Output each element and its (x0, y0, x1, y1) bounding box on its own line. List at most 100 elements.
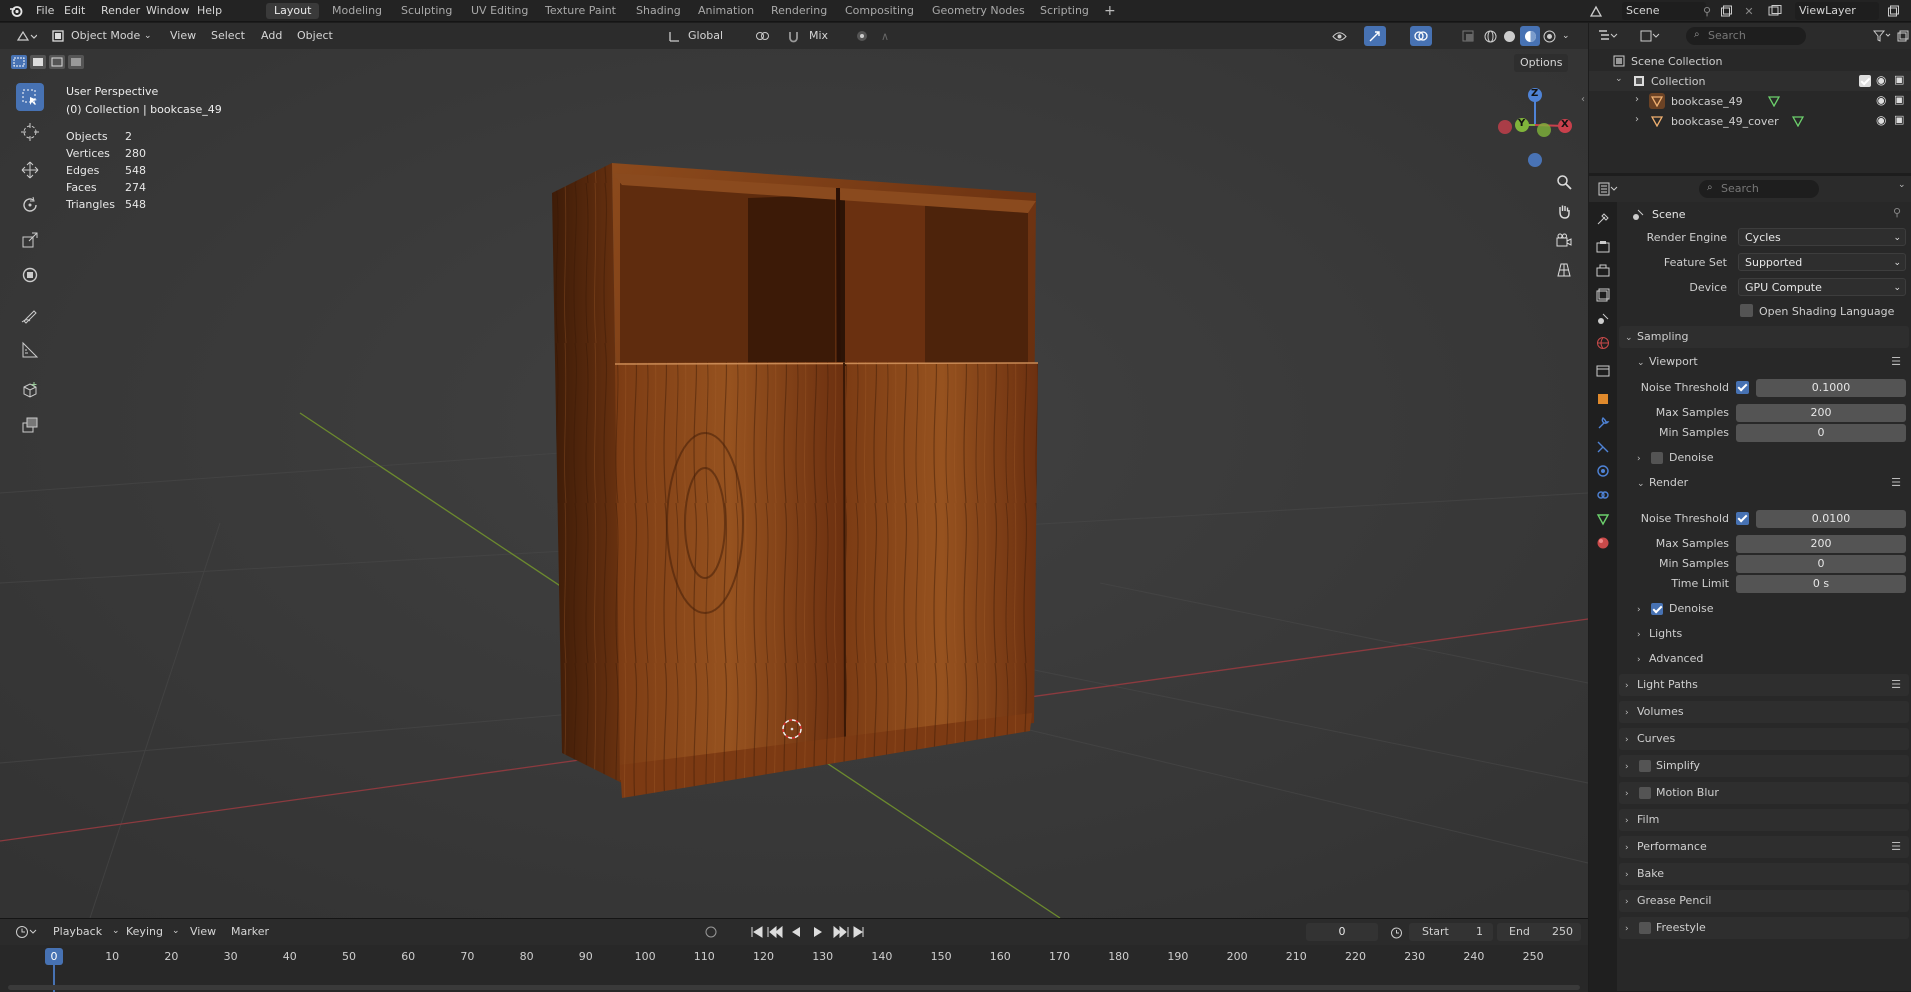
render-subpanel-header[interactable]: ⌄ Render ☰ (1633, 472, 1909, 494)
outliner-row-collection[interactable]: ⌄ Collection ◉ ▣ (1589, 71, 1911, 91)
freestyle-panel[interactable]: › Freestyle (1619, 917, 1909, 939)
sampling-panel-header[interactable]: ⌄ Sampling (1619, 326, 1909, 348)
playback-menu[interactable]: Playback (53, 923, 102, 941)
overlays-toggle-icon[interactable] (1410, 26, 1432, 46)
outliner-editor-icon[interactable] (1595, 27, 1621, 45)
material-tab-icon[interactable] (1593, 532, 1613, 554)
camera-icon[interactable]: ▣ (1894, 73, 1904, 86)
data-tab-icon[interactable] (1593, 508, 1613, 530)
eye-icon[interactable]: ◉ (1876, 93, 1886, 107)
collection-tab-icon[interactable] (1593, 360, 1613, 382)
outliner-search-input[interactable]: ⌕ Search (1686, 27, 1806, 45)
render-noise-threshold-field[interactable]: 0.0100 (1756, 510, 1906, 528)
menu-edit[interactable]: Edit (60, 3, 89, 19)
editor-type-icon[interactable] (14, 27, 40, 45)
visibility-icon[interactable] (1330, 28, 1348, 44)
menu-add[interactable]: Add (261, 27, 282, 45)
options-dropdown[interactable]: Options (1514, 54, 1569, 72)
timeline-view-menu[interactable]: View (190, 923, 216, 941)
snap-icon[interactable] (783, 28, 803, 44)
annotate-tool[interactable] (16, 301, 44, 329)
outliner-row-scene-collection[interactable]: Scene Collection (1589, 51, 1911, 71)
exclude-checkbox[interactable] (1859, 75, 1871, 87)
expand-chevron-icon[interactable]: ⌄ (1615, 74, 1623, 84)
viewport-denoise-subpanel[interactable]: › Denoise (1633, 447, 1909, 469)
curves-panel[interactable]: › Curves (1619, 728, 1909, 750)
frame-ruler[interactable]: 10 20 30 40 50 60 70 80 90 100 110 120 130 140 150 160 1… (0, 945, 1588, 992)
pin-icon[interactable]: ⚲ (1700, 3, 1714, 19)
scene-selector[interactable]: Scene (1622, 2, 1706, 20)
modifier-tab-icon[interactable] (1593, 412, 1613, 434)
tab-animation[interactable]: Animation (694, 3, 758, 19)
mesh-data-icon[interactable] (1766, 93, 1782, 109)
transform-orientation-dropdown[interactable]: Global (688, 27, 723, 45)
tab-uv-editing[interactable]: UV Editing (467, 3, 532, 19)
viewport-noise-threshold-field[interactable]: 0.1000 (1756, 379, 1906, 397)
presets-list-icon[interactable]: ☰ (1891, 351, 1901, 373)
cursor-tool[interactable] (16, 118, 44, 146)
menu-file[interactable]: File (32, 3, 58, 19)
menu-object[interactable]: Object (297, 27, 333, 45)
3d-viewport[interactable]: Object Mode ⌄ View Select Add Object Glo… (0, 23, 1588, 918)
end-frame-field[interactable]: End 250 (1497, 923, 1581, 941)
menu-help[interactable]: Help (193, 3, 226, 19)
world-tab-icon[interactable] (1593, 332, 1613, 354)
tab-texture-paint[interactable]: Texture Paint (541, 3, 620, 19)
freestyle-checkbox[interactable] (1639, 922, 1651, 934)
transform-tool[interactable] (16, 261, 44, 289)
device-dropdown[interactable]: GPU Compute ⌄ (1738, 278, 1906, 296)
clock-editor-icon[interactable] (12, 923, 40, 941)
viewport-min-samples-field[interactable]: 0 (1736, 424, 1906, 442)
tab-sculpting[interactable]: Sculpting (397, 3, 456, 19)
blender-logo-icon[interactable] (8, 3, 24, 19)
motion-blur-checkbox[interactable] (1639, 787, 1651, 799)
add-cube-tool[interactable] (16, 376, 44, 404)
start-frame-field[interactable]: Start 1 (1409, 923, 1493, 941)
new-collection-icon[interactable] (1895, 28, 1911, 44)
stopwatch-icon[interactable] (1388, 924, 1404, 940)
extrude-tool[interactable] (16, 411, 44, 439)
wireframe-shading-icon[interactable] (1482, 28, 1498, 44)
menu-window[interactable]: Window (142, 3, 193, 19)
constraints-tab-icon[interactable] (1593, 484, 1613, 506)
delete-scene-icon[interactable]: ✕ (1742, 3, 1756, 19)
camera-view-icon[interactable] (1551, 228, 1577, 254)
presets-list-icon[interactable]: ☰ (1891, 836, 1901, 858)
presets-list-icon[interactable]: ☰ (1891, 472, 1901, 494)
select-box-tool[interactable] (16, 83, 44, 111)
render-denoise-checkbox[interactable] (1651, 603, 1663, 615)
scene-tab-icon[interactable] (1593, 308, 1613, 330)
output-tab-icon[interactable] (1593, 260, 1613, 282)
tab-compositing[interactable]: Compositing (841, 3, 918, 19)
object-mode-dropdown[interactable]: Object Mode (71, 27, 140, 45)
view-layer-tab-icon[interactable] (1593, 284, 1613, 306)
new-view-layer-icon[interactable] (1885, 3, 1901, 19)
navigation-gizmo[interactable]: Z X Y (1495, 85, 1573, 167)
render-engine-dropdown[interactable]: Cycles ⌄ (1738, 228, 1906, 246)
presets-list-icon[interactable]: ☰ (1891, 674, 1901, 696)
pin-icon[interactable]: ⚲ (1893, 206, 1901, 219)
lights-subpanel[interactable]: › Lights (1633, 623, 1909, 645)
rendered-shading-icon[interactable] (1541, 28, 1557, 44)
render-min-samples-field[interactable]: 0 (1736, 555, 1906, 573)
scene-icon[interactable] (1588, 3, 1604, 19)
viewport-subpanel-header[interactable]: ⌄ Viewport ☰ (1633, 351, 1909, 373)
camera-icon[interactable]: ▣ (1894, 113, 1904, 126)
render-denoise-subpanel[interactable]: › Denoise (1633, 598, 1909, 620)
render-tab-icon[interactable] (1593, 236, 1613, 258)
rotate-tool[interactable] (16, 191, 44, 219)
xray-icon[interactable] (1460, 28, 1476, 44)
new-scene-icon[interactable] (1718, 3, 1734, 19)
shading-options-chevron-icon[interactable]: ⌄ (1562, 27, 1570, 45)
auto-keying-icon[interactable] (703, 924, 719, 940)
simplify-checkbox[interactable] (1639, 760, 1651, 772)
scale-tool[interactable] (16, 226, 44, 254)
physics-tab-icon[interactable] (1593, 460, 1613, 482)
measure-tool[interactable] (16, 336, 44, 364)
viewport-noise-threshold-checkbox[interactable] (1736, 381, 1749, 394)
selection-mode-icons[interactable] (10, 53, 88, 71)
add-workspace-icon[interactable]: + (1100, 3, 1120, 19)
simplify-panel[interactable]: › Simplify (1619, 755, 1909, 777)
pan-hand-icon[interactable] (1551, 198, 1577, 224)
render-max-samples-field[interactable]: 200 (1736, 535, 1906, 553)
